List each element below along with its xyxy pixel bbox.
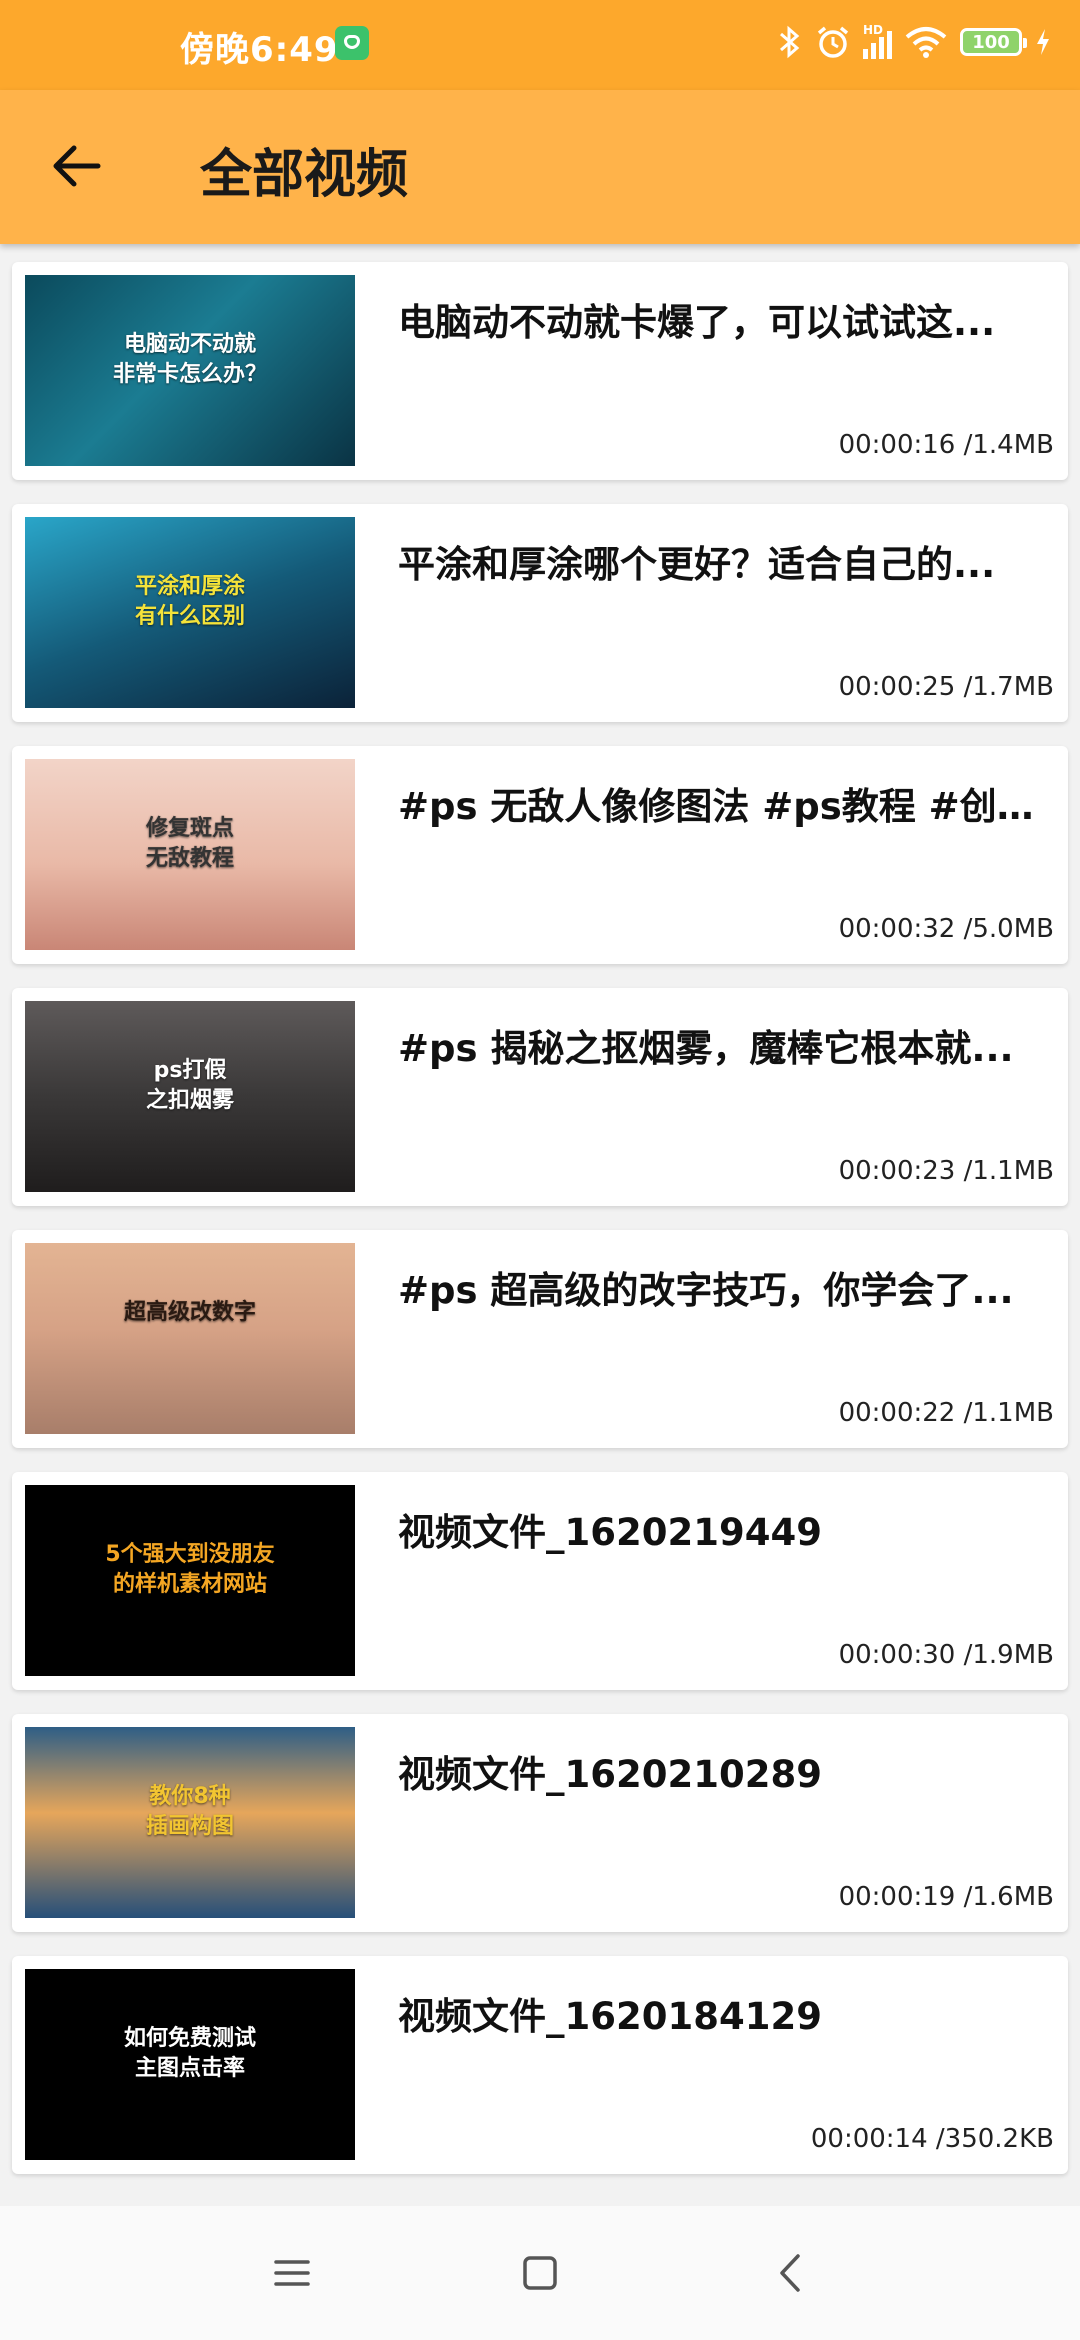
video-duration: 00:00:16: [838, 430, 964, 460]
video-title: 视频文件_1620184129: [398, 1995, 822, 2038]
video-duration: 00:00:19: [838, 1882, 964, 1912]
thumbnail-caption: 平涂和厚涂 有什么区别: [134, 574, 245, 629]
thumbnail-caption: 超高级改数字: [123, 1300, 256, 1325]
video-thumbnail: 教你8种 插画构图: [25, 1727, 355, 1918]
wifi-icon: [905, 27, 947, 58]
home-nav-button[interactable]: [510, 2246, 570, 2300]
home-icon: [523, 2256, 557, 2290]
thumbnail-caption: 教你8种 插画构图: [145, 1784, 234, 1839]
back-nav-button[interactable]: [762, 2246, 822, 2300]
video-meta: 00:00:30 /1.9MB: [839, 1640, 1054, 1670]
status-time: 傍晚6:49: [180, 30, 339, 70]
video-duration: 00:00:14: [810, 2124, 936, 2154]
thumbnail-caption: 5个强大到没朋友 的样机素材网站: [105, 1542, 275, 1597]
charging-icon: [1037, 29, 1049, 55]
status-icons: HD 100: [777, 22, 1052, 62]
menu-nav-button[interactable]: [262, 2246, 322, 2300]
video-size: /1.7MB: [963, 672, 1054, 702]
thumbnail-caption: ps打假 之扣烟雾: [145, 1058, 234, 1113]
video-duration: 00:00:23: [838, 1156, 964, 1186]
thumbnail-caption: 修复斑点 无敌教程: [145, 816, 234, 871]
status-bar: 傍晚6:49 HD 100: [0, 0, 1080, 90]
video-list-item[interactable]: 5个强大到没朋友 的样机素材网站 视频文件_1620219449 00:00:30 …: [12, 1472, 1068, 1690]
signal-icon: HD: [863, 23, 892, 59]
video-list-item[interactable]: 教你8种 插画构图 视频文件_1620210289 00:00:19 /1.6MB: [12, 1714, 1068, 1932]
video-list-item[interactable]: 如何免费测试 主图点击率 视频文件_1620184129 00:00:14 /350…: [12, 1956, 1068, 2174]
video-thumbnail: 如何免费测试 主图点击率: [25, 1969, 355, 2160]
notification-app-icon: [335, 26, 369, 60]
alarm-icon: [817, 26, 849, 58]
video-title: 平涂和厚涂哪个更好？适合自己的...: [398, 543, 996, 586]
video-title: #ps 超高级的改字技巧，你学会了...: [398, 1269, 1014, 1312]
video-size: /1.6MB: [963, 1882, 1054, 1912]
video-list-item[interactable]: 平涂和厚涂 有什么区别 平涂和厚涂哪个更好？适合自己的... 00:00:25 /1…: [12, 504, 1068, 722]
video-thumbnail: 修复斑点 无敌教程: [25, 759, 355, 950]
video-thumbnail: 超高级改数字: [25, 1243, 355, 1434]
video-list-item[interactable]: ps打假 之扣烟雾 #ps 揭秘之抠烟雾，魔棒它根本就... 00:00:23 /1…: [12, 988, 1068, 1206]
thumbnail-caption: 电脑动不动就 非常卡怎么办？: [112, 332, 267, 387]
video-thumbnail: ps打假 之扣烟雾: [25, 1001, 355, 1192]
video-thumbnail: 平涂和厚涂 有什么区别: [25, 517, 355, 708]
hd-label: HD: [863, 23, 884, 37]
video-list-item[interactable]: 修复斑点 无敌教程 #ps 无敌人像修图法 #ps教程 #创... 00:00:32…: [12, 746, 1068, 964]
video-meta: 00:00:14 /350.2KB: [811, 2124, 1054, 2154]
video-duration: 00:00:25: [838, 672, 964, 702]
battery-level: 100: [972, 31, 1010, 53]
video-meta: 00:00:16 /1.4MB: [839, 430, 1054, 460]
video-size: /1.9MB: [963, 1640, 1054, 1670]
video-size: /5.0MB: [963, 914, 1054, 944]
video-title: 电脑动不动就卡爆了，可以试试这...: [398, 301, 996, 344]
video-size: /350.2KB: [935, 2124, 1054, 2154]
menu-icon: [274, 2260, 310, 2286]
back-button[interactable]: [40, 126, 120, 206]
video-meta: 00:00:22 /1.1MB: [839, 1398, 1054, 1428]
video-title: #ps 无敌人像修图法 #ps教程 #创...: [398, 785, 1038, 828]
video-meta: 00:00:32 /5.0MB: [839, 914, 1054, 944]
battery-icon: 100: [960, 28, 1027, 56]
bluetooth-icon: [780, 25, 800, 59]
video-duration: 00:00:22: [838, 1398, 964, 1428]
video-title: 视频文件_1620219449: [398, 1511, 822, 1554]
video-size: /1.1MB: [963, 1156, 1054, 1186]
video-size: /1.1MB: [963, 1398, 1054, 1428]
back-nav-icon: [780, 2254, 800, 2292]
video-thumbnail: 5个强大到没朋友 的样机素材网站: [25, 1485, 355, 1676]
navigation-bar: [0, 2206, 1080, 2340]
video-list-item[interactable]: 电脑动不动就 非常卡怎么办？ 电脑动不动就卡爆了，可以试试这... 00:00:16…: [12, 262, 1068, 480]
video-title: 视频文件_1620210289: [398, 1753, 822, 1796]
video-meta: 00:00:19 /1.6MB: [839, 1882, 1054, 1912]
arrow-left-icon: [53, 145, 101, 187]
video-list-item[interactable]: 超高级改数字 #ps 超高级的改字技巧，你学会了... 00:00:22 /1.1M…: [12, 1230, 1068, 1448]
app-bar: 全部视频: [0, 90, 1080, 244]
page-title: 全部视频: [200, 145, 409, 205]
thumbnail-caption: 如何免费测试 主图点击率: [123, 2026, 256, 2081]
video-meta: 00:00:23 /1.1MB: [839, 1156, 1054, 1186]
video-title: #ps 揭秘之抠烟雾，魔棒它根本就...: [398, 1027, 1014, 1070]
video-meta: 00:00:25 /1.7MB: [839, 672, 1054, 702]
video-duration: 00:00:30: [838, 1640, 964, 1670]
video-thumbnail: 电脑动不动就 非常卡怎么办？: [25, 275, 355, 466]
video-duration: 00:00:32: [838, 914, 964, 944]
video-size: /1.4MB: [963, 430, 1054, 460]
